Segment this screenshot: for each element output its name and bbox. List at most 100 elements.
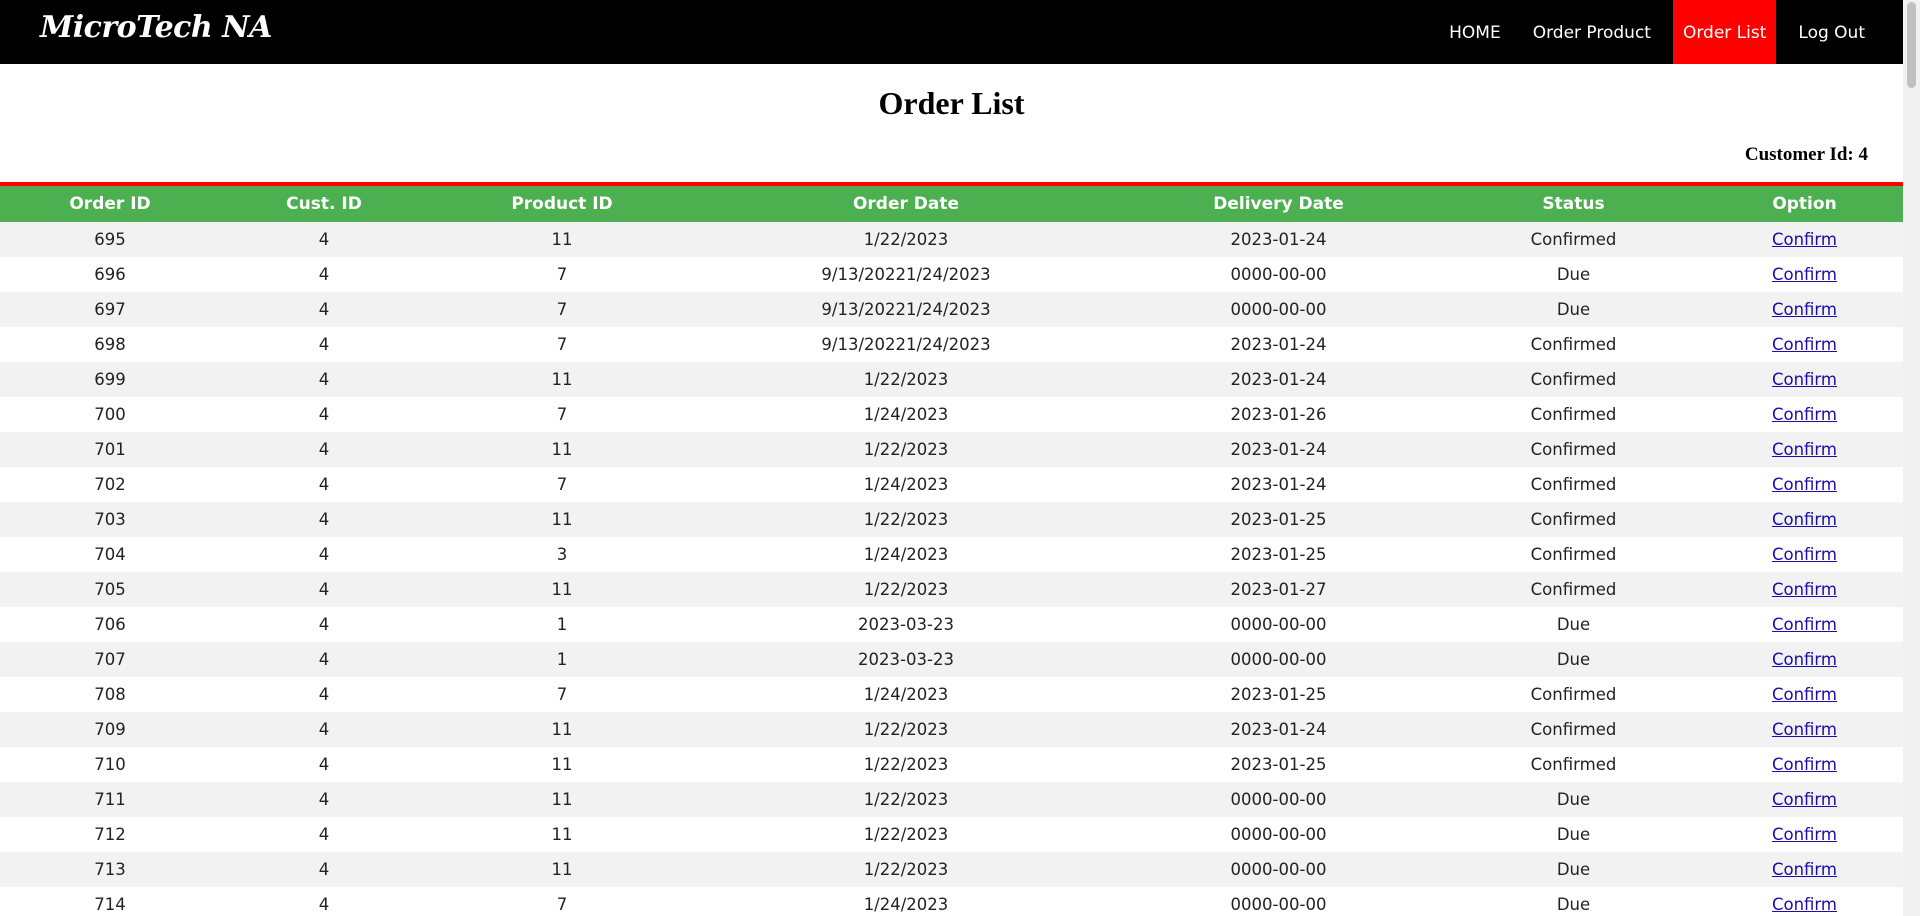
confirm-link[interactable]: Confirm bbox=[1772, 510, 1837, 529]
nav-order-product-link[interactable]: Order Product bbox=[1517, 0, 1667, 64]
cell-order-date: 1/22/2023 bbox=[696, 712, 1116, 747]
table-row: 706 4 1 2023-03-23 0000-00-00 Due Confirm bbox=[0, 607, 1903, 642]
cell-order-id: 699 bbox=[0, 362, 220, 397]
table-row: 699 4 11 1/22/2023 2023-01-24 Confirmed Confir… bbox=[0, 362, 1903, 397]
nav-home-link[interactable]: HOME bbox=[1433, 0, 1517, 64]
table-body: 695 4 11 1/22/2023 2023-01-24 Confirmed Confir… bbox=[0, 222, 1903, 916]
cell-order-date: 1/22/2023 bbox=[696, 222, 1116, 257]
cell-order-id: 708 bbox=[0, 677, 220, 712]
confirm-link[interactable]: Confirm bbox=[1772, 825, 1837, 844]
confirm-link[interactable]: Confirm bbox=[1772, 755, 1837, 774]
confirm-link[interactable]: Confirm bbox=[1772, 860, 1837, 879]
table-row: 697 4 7 9/13/20221/24/2023 0000-00-00 Due Conf… bbox=[0, 292, 1903, 327]
column-header-cust-id: Cust. ID bbox=[220, 186, 428, 222]
scrollbar-thumb[interactable] bbox=[1907, 2, 1916, 88]
cell-cust-id: 4 bbox=[220, 572, 428, 607]
cell-cust-id: 4 bbox=[220, 502, 428, 537]
confirm-link[interactable]: Confirm bbox=[1772, 545, 1837, 564]
cell-status: Due bbox=[1441, 782, 1706, 817]
table-row: 696 4 7 9/13/20221/24/2023 0000-00-00 Due Conf… bbox=[0, 257, 1903, 292]
cell-delivery-date: 0000-00-00 bbox=[1116, 642, 1441, 677]
nav-log-out-link[interactable]: Log Out bbox=[1782, 0, 1881, 64]
confirm-link[interactable]: Confirm bbox=[1772, 370, 1837, 389]
cell-order-date: 1/22/2023 bbox=[696, 747, 1116, 782]
cell-option: Confirm bbox=[1706, 817, 1903, 852]
cell-cust-id: 4 bbox=[220, 712, 428, 747]
cell-order-id: 710 bbox=[0, 747, 220, 782]
table-row: 698 4 7 9/13/20221/24/2023 2023-01-24 Confirm… bbox=[0, 327, 1903, 362]
cell-cust-id: 4 bbox=[220, 327, 428, 362]
confirm-link[interactable]: Confirm bbox=[1772, 790, 1837, 809]
cell-status: Due bbox=[1441, 257, 1706, 292]
cell-status: Confirmed bbox=[1441, 537, 1706, 572]
customer-id-label: Customer Id: 4 bbox=[1744, 144, 1868, 165]
column-header-delivery-date: Delivery Date bbox=[1116, 186, 1441, 222]
cell-order-date: 9/13/20221/24/2023 bbox=[696, 292, 1116, 327]
cell-delivery-date: 0000-00-00 bbox=[1116, 257, 1441, 292]
cell-product-id: 7 bbox=[428, 397, 696, 432]
cell-order-date: 1/24/2023 bbox=[696, 537, 1116, 572]
cell-cust-id: 4 bbox=[220, 432, 428, 467]
cell-order-id: 698 bbox=[0, 327, 220, 362]
cell-product-id: 11 bbox=[428, 362, 696, 397]
cell-status: Due bbox=[1441, 887, 1706, 916]
cell-option: Confirm bbox=[1706, 852, 1903, 887]
confirm-link[interactable]: Confirm bbox=[1772, 650, 1837, 669]
page-title: Order List bbox=[878, 85, 1025, 121]
cell-cust-id: 4 bbox=[220, 467, 428, 502]
confirm-link[interactable]: Confirm bbox=[1772, 405, 1837, 424]
cell-product-id: 11 bbox=[428, 852, 696, 887]
cell-status: Confirmed bbox=[1441, 327, 1706, 362]
confirm-link[interactable]: Confirm bbox=[1772, 440, 1837, 459]
cell-order-date: 1/24/2023 bbox=[696, 887, 1116, 916]
cell-option: Confirm bbox=[1706, 222, 1903, 257]
table-row: 710 4 11 1/22/2023 2023-01-25 Confirmed Confir… bbox=[0, 747, 1903, 782]
cell-status: Confirmed bbox=[1441, 432, 1706, 467]
confirm-link[interactable]: Confirm bbox=[1772, 895, 1837, 914]
cell-option: Confirm bbox=[1706, 712, 1903, 747]
confirm-link[interactable]: Confirm bbox=[1772, 265, 1837, 284]
cell-product-id: 11 bbox=[428, 572, 696, 607]
table-row: 714 4 7 1/24/2023 0000-00-00 Due Confirm bbox=[0, 887, 1903, 916]
confirm-link[interactable]: Confirm bbox=[1772, 685, 1837, 704]
cell-cust-id: 4 bbox=[220, 607, 428, 642]
cell-cust-id: 4 bbox=[220, 817, 428, 852]
cell-cust-id: 4 bbox=[220, 677, 428, 712]
table-row: 708 4 7 1/24/2023 2023-01-25 Confirmed Confirm bbox=[0, 677, 1903, 712]
cell-product-id: 11 bbox=[428, 502, 696, 537]
cell-order-date: 1/22/2023 bbox=[696, 432, 1116, 467]
cell-order-date: 1/22/2023 bbox=[696, 782, 1116, 817]
cell-status: Due bbox=[1441, 292, 1706, 327]
navbar: MicroTech NA HOME Order Product Order Li… bbox=[0, 0, 1903, 64]
confirm-link[interactable]: Confirm bbox=[1772, 720, 1837, 739]
cell-product-id: 11 bbox=[428, 222, 696, 257]
cell-delivery-date: 2023-01-25 bbox=[1116, 747, 1441, 782]
cell-order-date: 1/22/2023 bbox=[696, 502, 1116, 537]
cell-status: Confirmed bbox=[1441, 747, 1706, 782]
cell-option: Confirm bbox=[1706, 362, 1903, 397]
cell-order-date: 2023-03-23 bbox=[696, 607, 1116, 642]
cell-delivery-date: 2023-01-26 bbox=[1116, 397, 1441, 432]
confirm-link[interactable]: Confirm bbox=[1772, 335, 1837, 354]
cell-status: Confirmed bbox=[1441, 502, 1706, 537]
nav-order-list-link[interactable]: Order List bbox=[1672, 0, 1777, 64]
confirm-link[interactable]: Confirm bbox=[1772, 230, 1837, 249]
cell-option: Confirm bbox=[1706, 467, 1903, 502]
cell-product-id: 1 bbox=[428, 642, 696, 677]
confirm-link[interactable]: Confirm bbox=[1772, 300, 1837, 319]
cell-cust-id: 4 bbox=[220, 222, 428, 257]
confirm-link[interactable]: Confirm bbox=[1772, 580, 1837, 599]
cell-order-id: 702 bbox=[0, 467, 220, 502]
cell-delivery-date: 2023-01-24 bbox=[1116, 327, 1441, 362]
cell-order-date: 1/22/2023 bbox=[696, 572, 1116, 607]
confirm-link[interactable]: Confirm bbox=[1772, 615, 1837, 634]
brand-logo[interactable]: MicroTech NA bbox=[40, 8, 272, 48]
cell-order-id: 700 bbox=[0, 397, 220, 432]
vertical-scrollbar[interactable] bbox=[1903, 0, 1920, 916]
cell-delivery-date: 2023-01-24 bbox=[1116, 362, 1441, 397]
cell-option: Confirm bbox=[1706, 572, 1903, 607]
confirm-link[interactable]: Confirm bbox=[1772, 475, 1837, 494]
cell-order-id: 696 bbox=[0, 257, 220, 292]
cell-status: Due bbox=[1441, 817, 1706, 852]
nav-links: HOME Order Product Order List Log Out bbox=[1433, 0, 1903, 64]
